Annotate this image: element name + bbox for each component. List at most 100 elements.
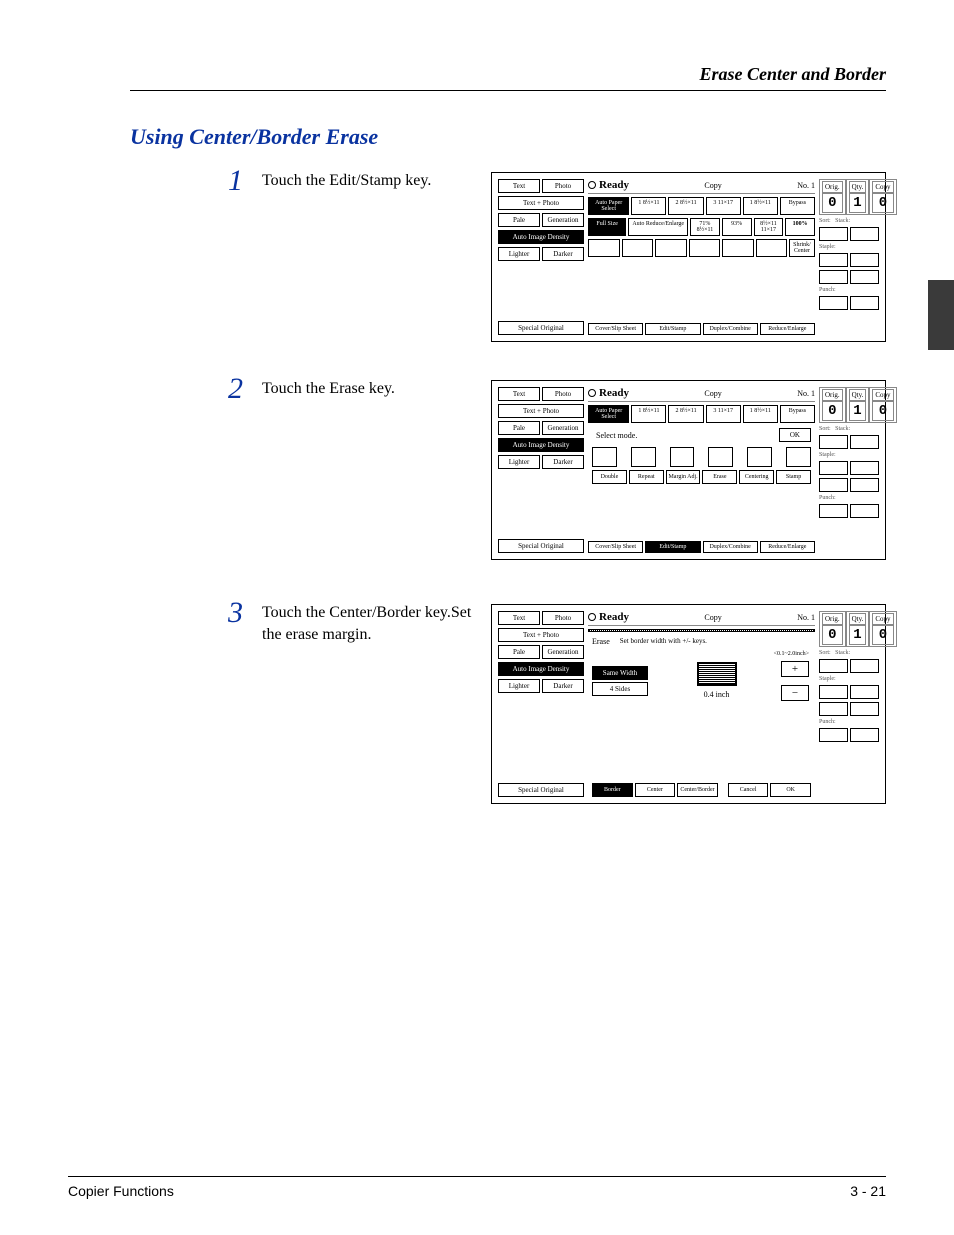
tray-2[interactable]: 2 8½×11 [668, 197, 703, 215]
plus-button[interactable]: + [781, 661, 809, 677]
staple-2[interactable] [850, 461, 879, 475]
staple-2[interactable] [850, 685, 879, 699]
auto-paper-btn[interactable]: Auto Paper Select [588, 197, 629, 215]
tab-edit-stamp[interactable]: Edit/Stamp [645, 323, 700, 335]
tab-edit-stamp[interactable]: Edit/Stamp [645, 541, 700, 553]
generation-btn[interactable]: Generation [542, 645, 584, 659]
stamp-btn[interactable]: Stamp [776, 470, 811, 484]
punch-2[interactable] [850, 504, 879, 518]
mode-4[interactable] [689, 239, 721, 257]
tab-duplex[interactable]: Duplex/Combine [703, 323, 758, 335]
pale-btn[interactable]: Pale [498, 421, 540, 435]
auto-reduce-btn[interactable]: Auto Reduce/Enlarge [628, 218, 688, 236]
photo-btn[interactable]: Photo [542, 179, 584, 193]
tab-reduce[interactable]: Reduce/Enlarge [760, 323, 815, 335]
four-sides-btn[interactable]: 4 Sides [592, 682, 648, 696]
staple-4[interactable] [850, 478, 879, 492]
mode-icon-5[interactable] [747, 447, 772, 467]
mode-1[interactable] [588, 239, 620, 257]
staple-4[interactable] [850, 702, 879, 716]
staple-3[interactable] [819, 702, 848, 716]
punch-2[interactable] [850, 728, 879, 742]
preset-to-11x17[interactable]: 8½×11 11×17 [754, 218, 784, 236]
darker-btn[interactable]: Darker [542, 455, 584, 469]
stack-btn[interactable] [850, 227, 879, 241]
pct-100[interactable]: 100% [785, 218, 815, 236]
center-tab[interactable]: Center [635, 783, 676, 797]
darker-btn[interactable]: Darker [542, 247, 584, 261]
lighter-btn[interactable]: Lighter [498, 455, 540, 469]
text-btn[interactable]: Text [498, 179, 540, 193]
ok-button[interactable]: OK [770, 783, 811, 797]
mode-3[interactable] [655, 239, 687, 257]
tray-4[interactable]: 1 8½×11 [743, 197, 778, 215]
special-original-btn[interactable]: Special Original [498, 783, 584, 797]
staple-1[interactable] [819, 461, 848, 475]
generation-btn[interactable]: Generation [542, 421, 584, 435]
auto-density-btn[interactable]: Auto Image Density [498, 662, 584, 676]
bypass-tray[interactable]: Bypass [780, 405, 815, 423]
mode-icon-1[interactable] [592, 447, 617, 467]
same-width-btn[interactable]: Same Width [592, 666, 648, 680]
tab-duplex[interactable]: Duplex/Combine [703, 541, 758, 553]
mode-6[interactable] [756, 239, 788, 257]
photo-btn[interactable]: Photo [542, 387, 584, 401]
photo-btn[interactable]: Photo [542, 611, 584, 625]
mode-icon-6[interactable] [786, 447, 811, 467]
staple-1[interactable] [819, 253, 848, 267]
erase-btn[interactable]: Erase [702, 470, 737, 484]
punch-1[interactable] [819, 296, 848, 310]
cancel-button[interactable]: Cancel [728, 783, 769, 797]
stack-btn[interactable] [850, 435, 879, 449]
sort-btn[interactable] [819, 659, 848, 673]
staple-3[interactable] [819, 478, 848, 492]
staple-3[interactable] [819, 270, 848, 284]
auto-paper-btn[interactable]: Auto Paper Select [588, 405, 629, 423]
auto-density-btn[interactable]: Auto Image Density [498, 230, 584, 244]
mode-icon-3[interactable] [670, 447, 695, 467]
shrink-center-btn[interactable]: Shrink/ Center [789, 239, 815, 257]
punch-1[interactable] [819, 728, 848, 742]
border-tab[interactable]: Border [592, 783, 633, 797]
staple-1[interactable] [819, 685, 848, 699]
auto-density-btn[interactable]: Auto Image Density [498, 438, 584, 452]
sort-btn[interactable] [819, 435, 848, 449]
minus-button[interactable]: − [781, 685, 809, 701]
tab-cover-slip[interactable]: Cover/Slip Sheet [588, 541, 643, 553]
tray-1[interactable]: 1 8½×11 [631, 197, 666, 215]
tab-reduce[interactable]: Reduce/Enlarge [760, 541, 815, 553]
lighter-btn[interactable]: Lighter [498, 679, 540, 693]
pale-btn[interactable]: Pale [498, 213, 540, 227]
mode-icon-2[interactable] [631, 447, 656, 467]
staple-4[interactable] [850, 270, 879, 284]
mode-2[interactable] [622, 239, 654, 257]
punch-2[interactable] [850, 296, 879, 310]
stack-btn[interactable] [850, 659, 879, 673]
pct-93[interactable]: 93% [722, 218, 752, 236]
centering-btn[interactable]: Centering [739, 470, 774, 484]
ok-button[interactable]: OK [779, 428, 811, 442]
text-btn[interactable]: Text [498, 611, 540, 625]
repeat-btn[interactable]: Repeat [629, 470, 664, 484]
pale-btn[interactable]: Pale [498, 645, 540, 659]
tray-3[interactable]: 3 11×17 [706, 197, 741, 215]
preset-71[interactable]: 71% 8½×11 [690, 218, 720, 236]
sort-btn[interactable] [819, 227, 848, 241]
double-btn[interactable]: Double [592, 470, 627, 484]
tray-2[interactable]: 2 8½×11 [668, 405, 703, 423]
mode-5[interactable] [722, 239, 754, 257]
generation-btn[interactable]: Generation [542, 213, 584, 227]
full-size-btn[interactable]: Full Size [588, 218, 626, 236]
darker-btn[interactable]: Darker [542, 679, 584, 693]
text-btn[interactable]: Text [498, 387, 540, 401]
bypass-tray[interactable]: Bypass [780, 197, 815, 215]
tray-4[interactable]: 1 8½×11 [743, 405, 778, 423]
tab-cover-slip[interactable]: Cover/Slip Sheet [588, 323, 643, 335]
special-original-btn[interactable]: Special Original [498, 539, 584, 553]
punch-1[interactable] [819, 504, 848, 518]
mode-icon-4[interactable] [708, 447, 733, 467]
margin-adj-btn[interactable]: Margin Adj. [666, 470, 701, 484]
staple-2[interactable] [850, 253, 879, 267]
tray-1[interactable]: 1 8½×11 [631, 405, 666, 423]
lighter-btn[interactable]: Lighter [498, 247, 540, 261]
